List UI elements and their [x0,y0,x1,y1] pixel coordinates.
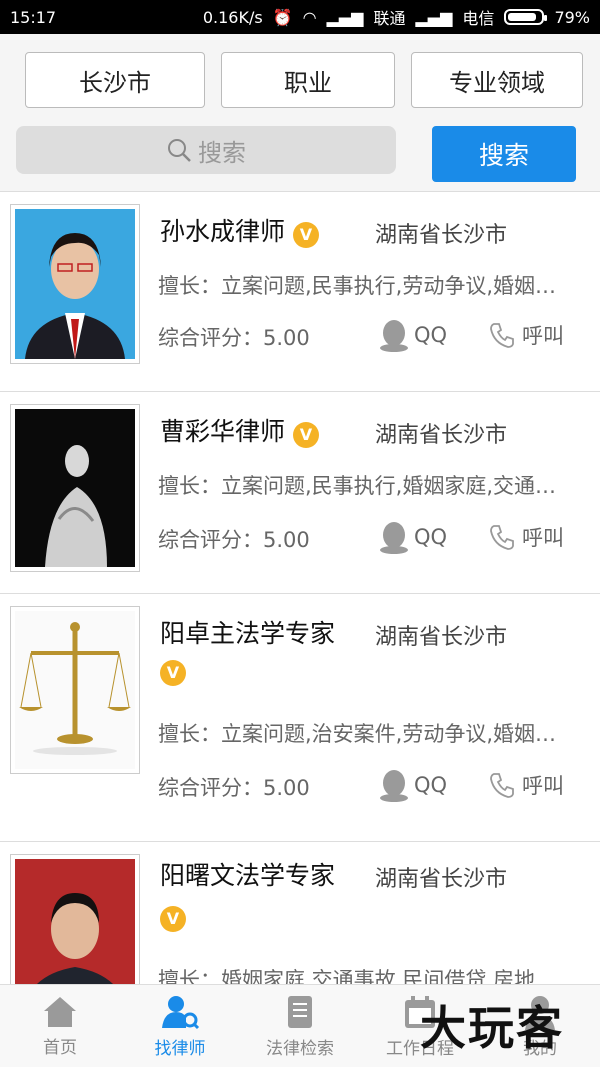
verified-badge-icon: V [160,660,186,686]
alarm-icon: ⏰ [272,7,293,27]
qq-label: QQ [414,525,448,549]
lawyer-name: 阳曙文法学专家 [160,861,336,890]
carrier-1: 联通 [373,9,406,28]
battery-icon [504,9,548,25]
call-label: 呼叫 [522,774,564,798]
lawyer-specialty: 擅长：立案问题,民事执行,婚姻家庭,交通… [158,474,557,498]
verified-badge-icon: V [292,422,319,448]
wifi-icon: ◠ [302,7,317,27]
call-button[interactable]: 呼叫 [488,522,564,552]
lawyer-avatar [10,606,140,774]
filter-bar: 长沙市 职业 专业领域 搜索 搜索 [0,34,600,192]
city-filter-button[interactable]: 长沙市 [25,52,205,108]
field-filter-button[interactable]: 专业领域 [411,52,583,108]
qq-label: QQ [414,773,448,797]
verified-badge-icon: V [160,906,186,932]
profession-filter-button[interactable]: 职业 [221,52,395,108]
lawyer-avatar [10,204,140,364]
find-lawyer-icon [162,995,200,1029]
phone-icon [490,525,514,550]
status-time: 15:17 [10,7,57,27]
lawyer-card[interactable]: 孙水成律师 V 湖南省长沙市 擅长：立案问题,民事执行,劳动争议,婚姻… 综合评… [0,192,600,392]
lawyer-rating: 综合评分：5.00 [158,326,310,350]
tab-find-lawyer[interactable]: 找律师 [120,985,240,1067]
search-icon [168,139,191,162]
status-bar: 15:17 0.16K/s ⏰ ◠ ▂▄▆ 联通 ▂▄▆ 电信 79% [0,0,600,34]
network-speed: 0.16K/s [202,7,263,27]
qq-icon [380,770,408,802]
tab-label: 找律师 [154,1038,206,1059]
signal-icon: ▂▄▆ [326,7,364,27]
call-button[interactable]: 呼叫 [488,770,564,800]
signal-icon-2: ▂▄▆ [415,7,453,27]
lawyer-card[interactable]: 曹彩华律师 V 湖南省长沙市 擅长：立案问题,民事执行,婚姻家庭,交通… 综合评… [0,392,600,594]
lawyer-rating: 综合评分：5.00 [158,776,310,800]
search-input[interactable]: 搜索 [16,126,396,174]
tab-home[interactable]: 首页 [0,985,120,1067]
qq-icon [380,522,408,554]
qq-icon [380,320,408,352]
lawyer-location: 湖南省长沙市 [375,223,508,248]
lawyer-name: 孙水成律师 V [160,212,319,248]
lawyer-specialty: 擅长：立案问题,民事执行,劳动争议,婚姻… [158,274,557,298]
lawyer-name: 曹彩华律师 V [160,412,319,448]
watermark-logo: 大玩客 [420,1001,564,1055]
lawyer-avatar [10,854,140,984]
search-placeholder: 搜索 [198,138,246,167]
verified-badge-wrap: V [160,660,186,686]
lawyer-rating: 综合评分：5.00 [158,528,310,552]
call-label: 呼叫 [522,526,564,550]
verified-badge-wrap: V [160,906,186,932]
verified-badge-icon: V [292,222,319,248]
lawyer-specialty: 擅长：立案问题,治安案件,劳动争议,婚姻… [158,722,557,746]
lawyer-specialty: 擅长：婚姻家庭,交通事故,民间借贷,房地… [158,968,557,984]
lawyer-name: 阳卓主法学专家 [160,619,336,648]
phone-icon [490,773,514,798]
home-icon [44,996,76,1027]
tab-law-search[interactable]: 法律检索 [240,985,360,1067]
tab-label: 法律检索 [266,1038,334,1059]
qq-button[interactable]: QQ [378,520,447,554]
lawyer-avatar [10,404,140,572]
lawyer-location: 湖南省长沙市 [375,625,508,650]
call-label: 呼叫 [522,324,564,348]
law-search-icon [288,995,312,1028]
search-button[interactable]: 搜索 [432,126,576,182]
lawyer-location: 湖南省长沙市 [375,867,508,892]
lawyer-card[interactable]: 阳卓主法学专家 V 湖南省长沙市 擅长：立案问题,治安案件,劳动争议,婚姻… 综… [0,594,600,842]
qq-button[interactable]: QQ [378,768,447,802]
tab-label: 首页 [43,1037,77,1058]
carrier-2: 电信 [462,9,495,28]
phone-icon [490,323,514,348]
battery-level: 79% [554,7,590,27]
lawyer-list: 孙水成律师 V 湖南省长沙市 擅长：立案问题,民事执行,劳动争议,婚姻… 综合评… [0,192,600,984]
call-button[interactable]: 呼叫 [488,320,564,350]
lawyer-card[interactable]: 阳曙文法学专家 V 湖南省长沙市 擅长：婚姻家庭,交通事故,民间借贷,房地… [0,842,600,984]
lawyer-location: 湖南省长沙市 [375,423,508,448]
qq-button[interactable]: QQ [378,318,447,352]
qq-label: QQ [414,323,448,347]
